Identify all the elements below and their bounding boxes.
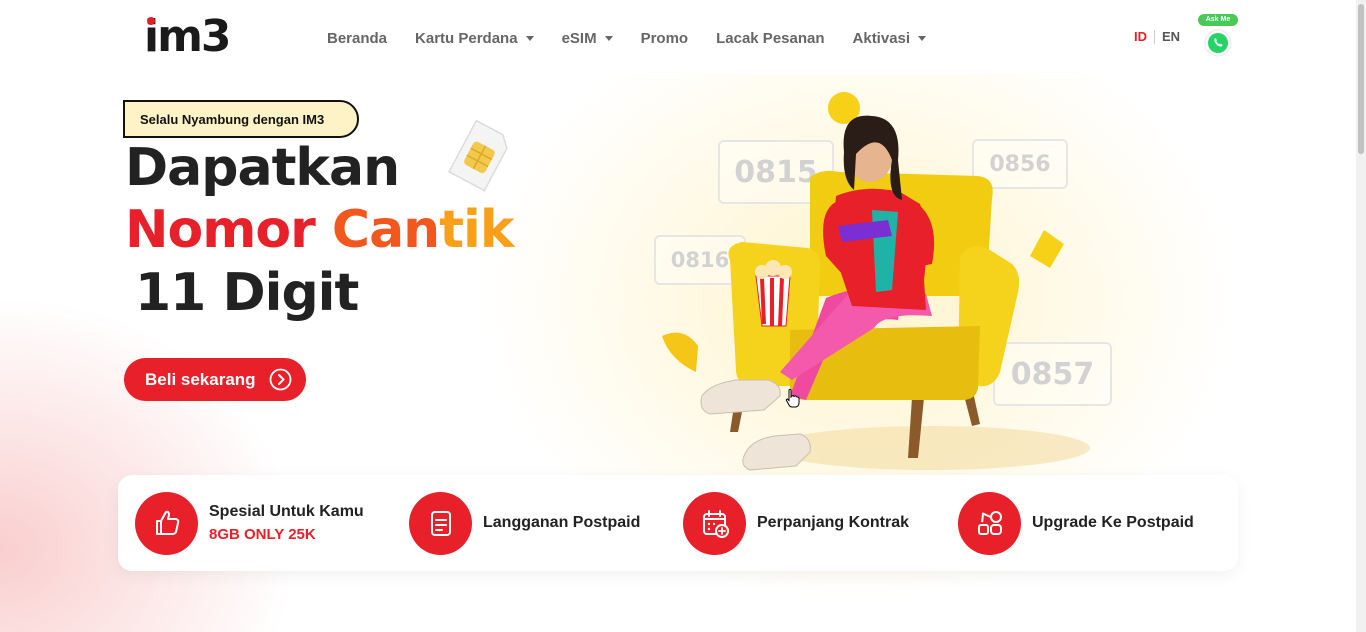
calendar-plus-icon — [702, 510, 729, 538]
nav-label: Aktivasi — [852, 29, 911, 47]
hero-tagline: Selalu Nyambung dengan IM3 — [123, 100, 359, 138]
scrollbar-thumb[interactable] — [1358, 4, 1364, 154]
headline-tik: tik — [439, 200, 514, 260]
quick-item-text: Perpanjang Kontrak — [757, 514, 909, 532]
hero-headline-line3: 11 Digit — [135, 263, 359, 323]
whatsapp-badge: Ask Me — [1198, 14, 1238, 26]
vertical-scrollbar[interactable] — [1356, 0, 1366, 632]
quick-item-label: Langganan Postpaid — [483, 514, 641, 531]
caret-down-icon — [918, 35, 927, 41]
quick-icon-circle — [135, 491, 198, 555]
nav-item-promo[interactable]: Promo — [641, 27, 689, 49]
shapes-icon — [977, 511, 1002, 535]
caret-down-icon — [525, 35, 534, 41]
nav-label: Beranda — [327, 29, 388, 47]
quick-icon-circle — [409, 491, 472, 555]
nav-label: Promo — [640, 29, 689, 47]
language-switcher: ID EN — [1134, 29, 1180, 44]
headline-nomor: Nomor — [125, 200, 332, 260]
quick-menu-bar: Spesial Untuk Kamu 8GB ONLY 25K Langgana… — [118, 475, 1238, 571]
quick-item-spesial-untuk-kamu[interactable]: Spesial Untuk Kamu 8GB ONLY 25K — [135, 491, 364, 555]
whatsapp-icon[interactable] — [1204, 29, 1232, 57]
sim-card-icon — [448, 119, 508, 192]
chevron-right-circle-icon — [269, 368, 292, 391]
nav-item-lacak-pesanan[interactable]: Lacak Pesanan — [716, 27, 824, 49]
quick-item-langganan-postpaid[interactable]: Langganan Postpaid — [409, 491, 640, 555]
caret-down-icon — [604, 35, 613, 41]
quick-item-upgrade-ke-postpaid[interactable]: Upgrade Ke Postpaid — [958, 491, 1194, 555]
quick-item-text: Spesial Untuk Kamu 8GB ONLY 25K — [209, 503, 364, 543]
quick-item-perpanjang-kontrak[interactable]: Perpanjang Kontrak — [683, 491, 909, 555]
quick-icon-circle — [958, 491, 1021, 555]
nav-label: Lacak Pesanan — [716, 29, 825, 47]
lang-id-link[interactable]: ID — [1134, 29, 1147, 44]
nav-item-esim[interactable]: eSIM — [562, 27, 613, 49]
hand-cursor-icon — [785, 388, 800, 408]
hero-headline-line1: Dapatkan — [125, 138, 400, 198]
im3-logo[interactable]: im3 — [144, 11, 232, 62]
hero-headline-line2: Nomor Cantik — [125, 200, 514, 260]
quick-item-text: Upgrade Ke Postpaid — [1032, 514, 1194, 532]
site-header: im3 Beranda Kartu Perdana eSIM Promo Lac… — [0, 0, 1356, 74]
main-nav: Beranda Kartu Perdana eSIM Promo Lacak P… — [327, 27, 954, 49]
hero-illustration — [662, 92, 1090, 471]
nav-label: eSIM — [561, 29, 597, 47]
quick-item-promo: 8GB ONLY 25K — [209, 526, 316, 543]
nav-item-kartu-perdana[interactable]: Kartu Perdana — [415, 27, 534, 49]
quick-item-text: Langganan Postpaid — [483, 514, 640, 532]
quick-item-label: Spesial Untuk Kamu — [209, 503, 364, 520]
nav-item-aktivasi[interactable]: Aktivasi — [853, 27, 927, 49]
quick-icon-circle — [683, 491, 746, 555]
nav-item-beranda[interactable]: Beranda — [327, 27, 387, 49]
lang-en-link[interactable]: EN — [1162, 29, 1180, 44]
logo-text: im3 — [144, 11, 232, 62]
lang-divider — [1154, 29, 1155, 44]
thumbs-up-icon — [155, 510, 179, 535]
buy-now-label: Beli sekarang — [145, 369, 256, 389]
logo-dot — [147, 17, 155, 25]
nav-label: Kartu Perdana — [415, 29, 518, 47]
buy-now-button[interactable]: Beli sekarang — [124, 358, 306, 401]
quick-item-label: Perpanjang Kontrak — [757, 514, 910, 531]
document-icon — [430, 511, 451, 536]
headline-can: Can — [331, 200, 440, 260]
quick-item-label: Upgrade Ke Postpaid — [1032, 514, 1194, 531]
